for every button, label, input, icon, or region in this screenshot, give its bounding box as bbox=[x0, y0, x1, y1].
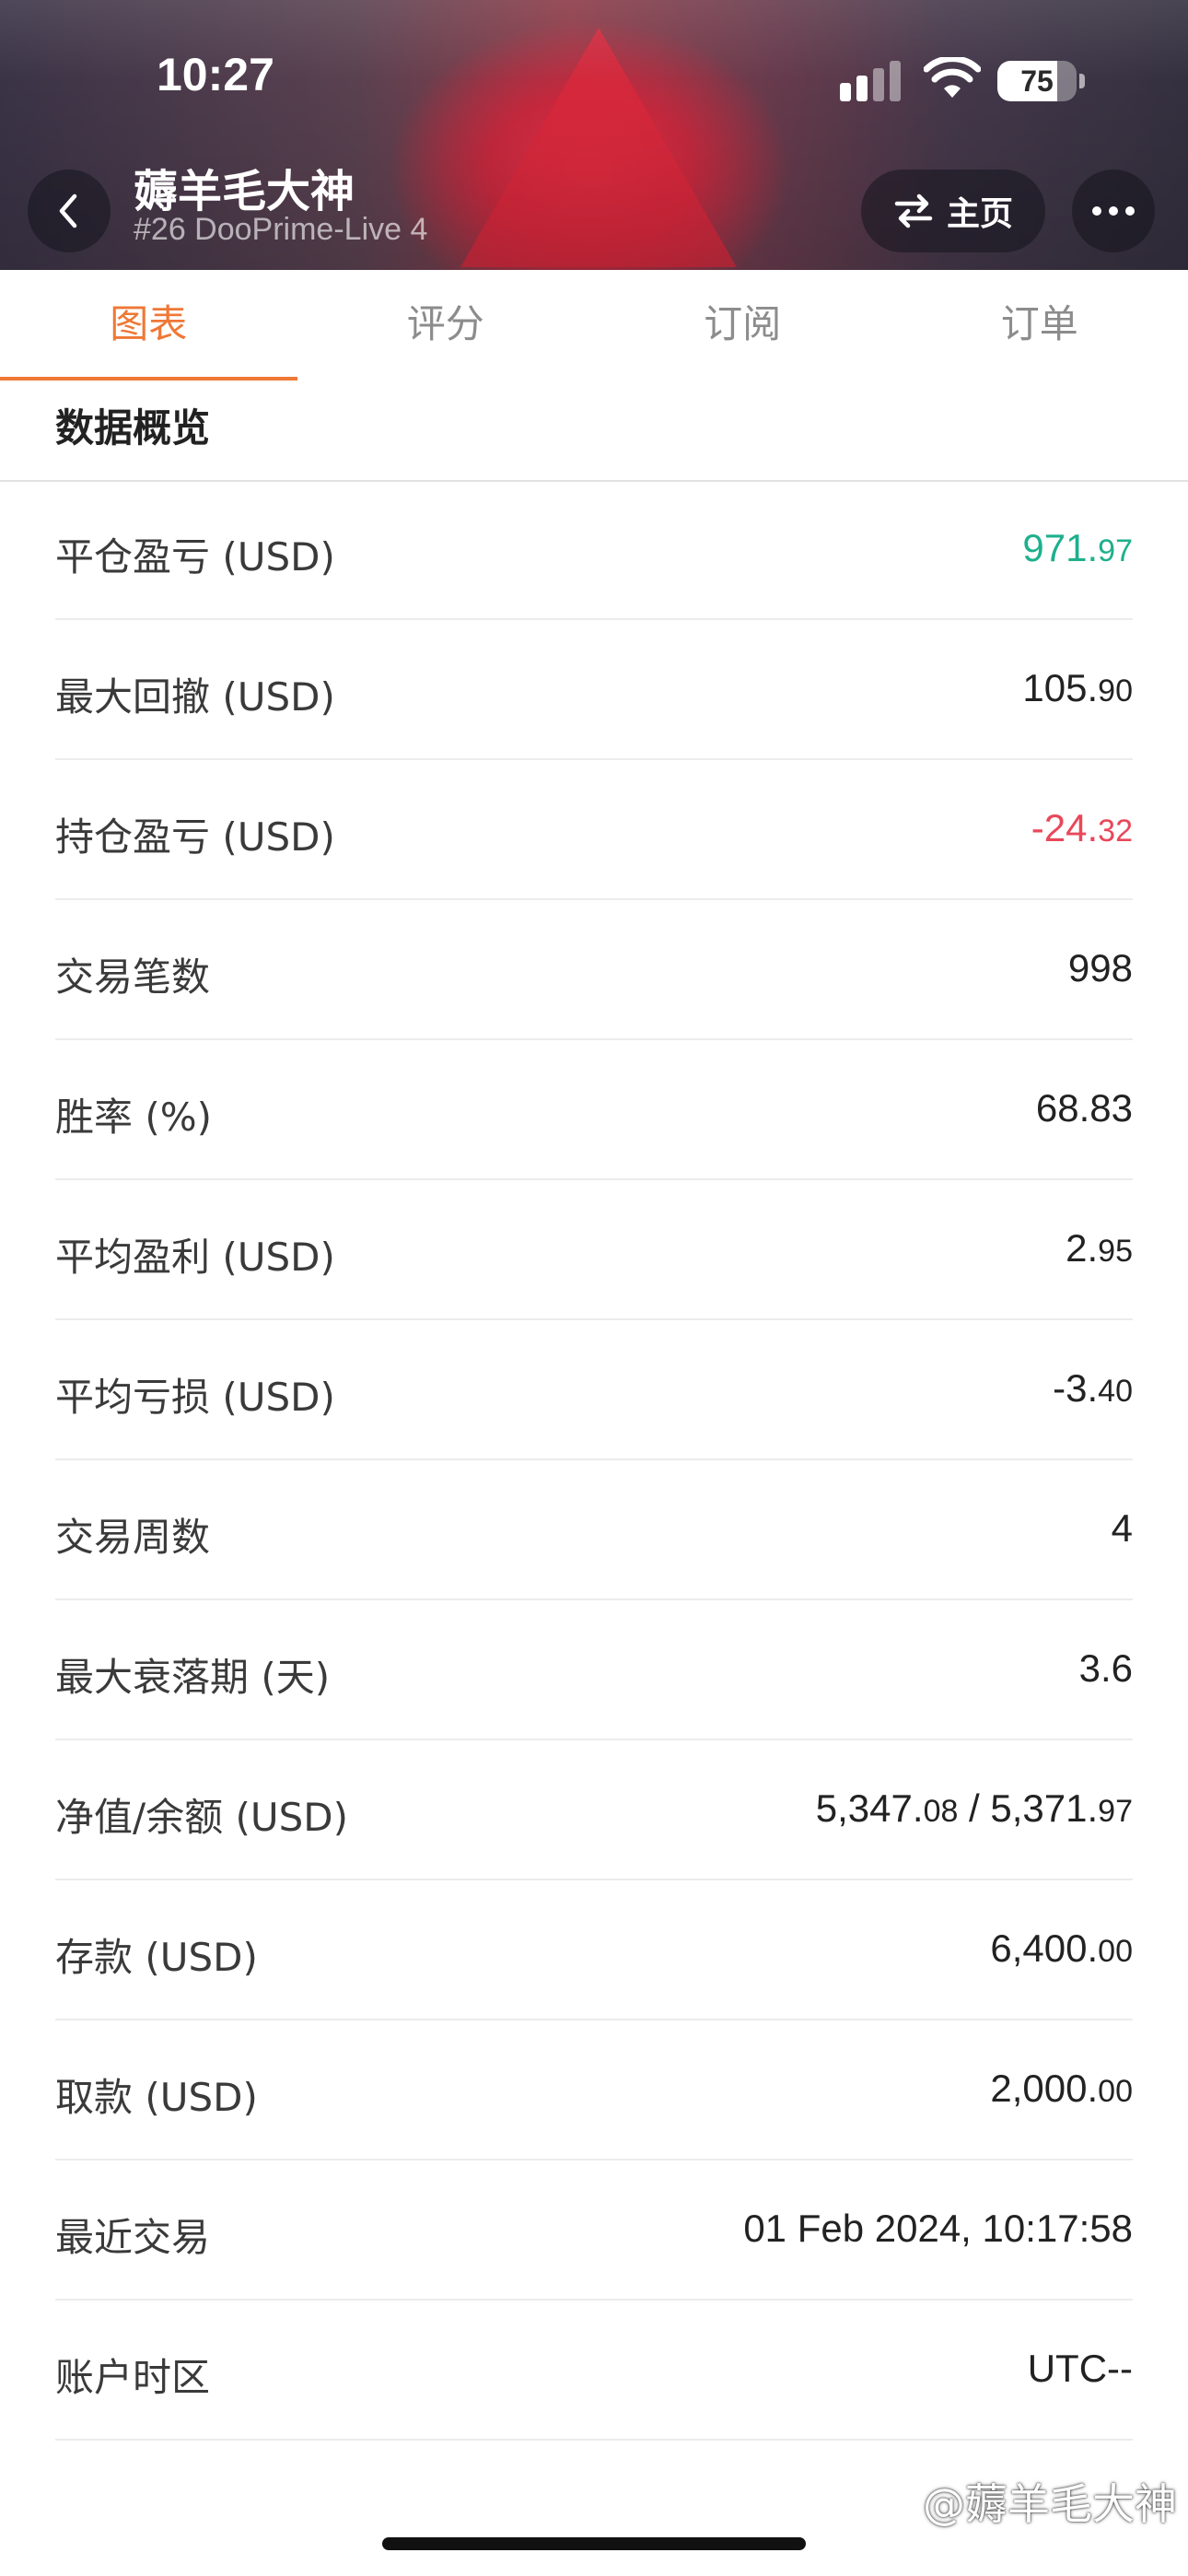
status-time: 10:27 bbox=[157, 49, 274, 100]
stat-label: 账户时区 bbox=[55, 2355, 211, 2400]
stat-label: 交易笔数 bbox=[55, 954, 211, 1000]
section-title: 数据概览 bbox=[55, 405, 211, 451]
tab-chart[interactable]: 图表 bbox=[0, 270, 297, 382]
stat-row: 净值/余额 (USD) 5,347.08 / 5,371.97 bbox=[55, 1740, 1133, 1880]
stat-row: 存款 (USD) 6,400.00 bbox=[55, 1880, 1133, 2020]
stat-value-int: 2,000. bbox=[990, 2067, 1099, 2110]
stat-label: 最近交易 bbox=[55, 2215, 211, 2260]
stat-value-int: UTC-- bbox=[1027, 2347, 1133, 2390]
stat-row: 取款 (USD) 2,000.00 bbox=[55, 2020, 1133, 2160]
tab-rating-label: 评分 bbox=[406, 301, 484, 346]
stat-value-int: 01 Feb 2024, 10:17:58 bbox=[743, 2207, 1133, 2250]
stat-value: 2.95 bbox=[1066, 1226, 1133, 1270]
stat-value-int: / 5,371. bbox=[958, 1786, 1099, 1830]
stat-value: 3.6 bbox=[1079, 1646, 1133, 1691]
cellular-signal-icon bbox=[840, 61, 904, 101]
stat-value-dec: 97 bbox=[1098, 1794, 1133, 1829]
stat-label: 存款 (USD) bbox=[55, 1935, 258, 1980]
stat-value-dec: 40 bbox=[1098, 1374, 1133, 1409]
stat-value-int: -24. bbox=[1031, 806, 1099, 849]
stat-label: 最大衰落期 (天) bbox=[55, 1655, 331, 1700]
stat-value: UTC-- bbox=[1028, 2347, 1133, 2391]
stat-label: 取款 (USD) bbox=[55, 2075, 258, 2120]
stat-label: 胜率 (%) bbox=[55, 1095, 213, 1140]
home-button[interactable]: 主页 bbox=[861, 170, 1045, 252]
section-header: 数据概览 bbox=[0, 381, 1188, 482]
stat-value: 5,347.08 / 5,371.97 bbox=[816, 1786, 1133, 1831]
stat-value-dec: 00 bbox=[1098, 2074, 1133, 2109]
battery-tip bbox=[1079, 74, 1085, 88]
stat-value-int: 971. bbox=[1022, 526, 1099, 569]
tab-chart-label: 图表 bbox=[110, 301, 188, 346]
stat-value: -24.32 bbox=[1031, 806, 1133, 850]
home-button-label: 主页 bbox=[946, 195, 1013, 233]
stat-value-dec: 95 bbox=[1098, 1234, 1133, 1269]
stats-list: 平仓盈亏 (USD) 971.97 最大回撤 (USD) 105.90 持仓盈亏… bbox=[0, 480, 1188, 2441]
stat-label: 最大回撤 (USD) bbox=[55, 674, 335, 720]
account-subtitle: #26 DooPrime-Live 4 bbox=[134, 212, 428, 247]
stat-label: 持仓盈亏 (USD) bbox=[55, 814, 335, 860]
stat-value: 105.90 bbox=[1022, 666, 1133, 710]
stat-value-int: 2. bbox=[1066, 1226, 1099, 1270]
swap-icon bbox=[894, 193, 933, 228]
tab-subscribe-label: 订阅 bbox=[704, 301, 782, 346]
tab-bar: 图表 评分 订阅 订单 bbox=[0, 270, 1188, 382]
stat-value: 01 Feb 2024, 10:17:58 bbox=[743, 2207, 1133, 2251]
stat-label: 交易周数 bbox=[55, 1515, 211, 1560]
stat-row: 最近交易 01 Feb 2024, 10:17:58 bbox=[55, 2160, 1133, 2301]
back-button[interactable] bbox=[28, 170, 111, 252]
stat-value-dec: 00 bbox=[1098, 1934, 1133, 1969]
stat-row: 账户时区 UTC-- bbox=[55, 2301, 1133, 2441]
stat-value-dec: 90 bbox=[1098, 673, 1133, 708]
more-button[interactable] bbox=[1072, 170, 1155, 252]
stat-row: 胜率 (%) 68.83 bbox=[55, 1040, 1133, 1180]
stat-row: 最大回撤 (USD) 105.90 bbox=[55, 620, 1133, 760]
chevron-left-icon bbox=[59, 193, 77, 228]
stat-value-dec: 32 bbox=[1098, 814, 1133, 849]
stat-value: 68.83 bbox=[1036, 1086, 1133, 1130]
stat-label: 净值/余额 (USD) bbox=[55, 1795, 349, 1840]
battery-percent: 75 bbox=[1020, 64, 1054, 98]
home-indicator[interactable] bbox=[382, 2537, 806, 2550]
stat-value-int: 4 bbox=[1111, 1506, 1133, 1550]
stat-value-int: 5,347. bbox=[815, 1786, 924, 1830]
tab-subscribe[interactable]: 订阅 bbox=[594, 270, 891, 381]
header-banner: 10:27 75 薅羊毛大神 #26 DooPrime-Live 4 主页 bbox=[0, 0, 1188, 270]
stat-value: 998 bbox=[1068, 946, 1133, 990]
stat-value-int: 105. bbox=[1022, 666, 1099, 709]
stat-value: -3.40 bbox=[1053, 1366, 1133, 1411]
more-icon bbox=[1092, 206, 1135, 216]
stat-value: 6,400.00 bbox=[990, 1926, 1133, 1971]
stat-row: 交易周数 4 bbox=[55, 1460, 1133, 1600]
stat-label: 平仓盈亏 (USD) bbox=[55, 534, 335, 580]
tab-rating[interactable]: 评分 bbox=[297, 270, 595, 381]
stat-row: 持仓盈亏 (USD) -24.32 bbox=[55, 760, 1133, 900]
stat-row: 交易笔数 998 bbox=[55, 900, 1133, 1040]
stat-value: 4 bbox=[1112, 1506, 1133, 1551]
stat-value-dec: 08 bbox=[923, 1794, 959, 1829]
stat-value: 971.97 bbox=[1022, 526, 1133, 570]
stat-row: 最大衰落期 (天) 3.6 bbox=[55, 1600, 1133, 1740]
stat-value: 2,000.00 bbox=[990, 2067, 1133, 2111]
tab-orders-label: 订单 bbox=[1000, 301, 1078, 346]
stat-label: 平均盈利 (USD) bbox=[55, 1235, 335, 1280]
stat-value-int: 3.6 bbox=[1078, 1646, 1133, 1690]
stat-value-int: 6,400. bbox=[990, 1926, 1099, 1970]
stat-value-int: 68.83 bbox=[1035, 1086, 1133, 1130]
stat-row: 平均盈利 (USD) 2.95 bbox=[55, 1180, 1133, 1320]
wifi-icon bbox=[924, 57, 981, 98]
watermark: @薅羊毛大神 bbox=[923, 2479, 1177, 2529]
stat-row: 平均亏损 (USD) -3.40 bbox=[55, 1320, 1133, 1460]
tab-orders[interactable]: 订单 bbox=[891, 270, 1188, 381]
page-title: 薅羊毛大神 bbox=[134, 166, 355, 217]
stat-value-dec: 97 bbox=[1098, 533, 1133, 568]
stat-row: 平仓盈亏 (USD) 971.97 bbox=[55, 480, 1133, 620]
battery-icon: 75 bbox=[997, 61, 1077, 101]
stat-label: 平均亏损 (USD) bbox=[55, 1375, 335, 1420]
stat-value-int: 998 bbox=[1067, 946, 1133, 989]
stat-value-int: -3. bbox=[1053, 1366, 1099, 1410]
